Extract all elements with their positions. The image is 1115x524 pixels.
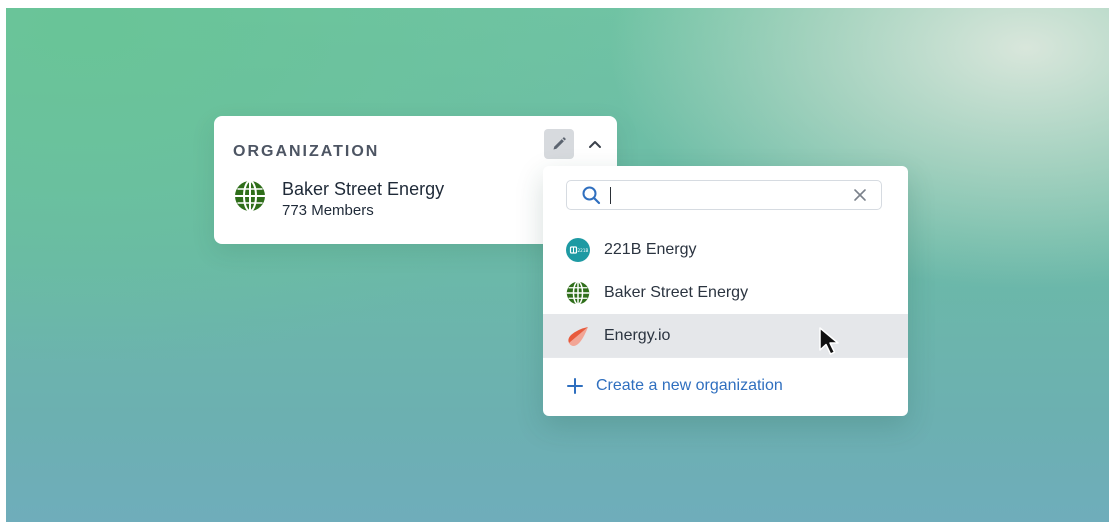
mouse-cursor-icon xyxy=(819,327,839,355)
selected-organization: Baker Street Energy 773 Members xyxy=(234,178,444,221)
plus-icon xyxy=(567,378,583,394)
globe-icon xyxy=(566,280,590,305)
pencil-icon xyxy=(553,137,566,150)
option-label: Energy.io xyxy=(604,326,671,344)
organization-name: Baker Street Energy xyxy=(282,179,445,199)
create-organization-button[interactable]: Create a new organization xyxy=(543,371,908,401)
text-caret xyxy=(610,187,611,204)
chevron-up-icon xyxy=(589,141,601,148)
search-input[interactable] xyxy=(609,184,839,206)
collapse-organization-button[interactable] xyxy=(582,131,608,157)
edit-organization-button[interactable] xyxy=(544,129,574,159)
divider xyxy=(543,357,908,358)
organization-dropdown: 221B 221B Energy Baker Street Energy Ene… xyxy=(543,166,908,416)
221b-logo-icon: 221B xyxy=(566,237,590,262)
globe-icon xyxy=(235,180,265,212)
option-label: 221B Energy xyxy=(604,240,697,258)
search-icon xyxy=(582,186,601,205)
organization-member-count: 773 Members xyxy=(282,202,374,219)
search-box[interactable] xyxy=(566,180,882,210)
option-baker-street-energy[interactable]: Baker Street Energy xyxy=(543,271,908,314)
organization-header: ORGANIZATION xyxy=(233,143,380,160)
energyio-logo-icon xyxy=(568,326,588,346)
svg-text:221B: 221B xyxy=(578,248,589,253)
option-label: Baker Street Energy xyxy=(604,283,749,301)
option-energy-io[interactable]: Energy.io xyxy=(543,314,908,357)
option-221b-energy[interactable]: 221B 221B Energy xyxy=(543,228,908,271)
close-icon[interactable] xyxy=(852,187,868,203)
background: ORGANIZATION Baker Street Energy 773 Mem… xyxy=(6,8,1109,522)
create-organization-label: Create a new organization xyxy=(596,377,783,394)
